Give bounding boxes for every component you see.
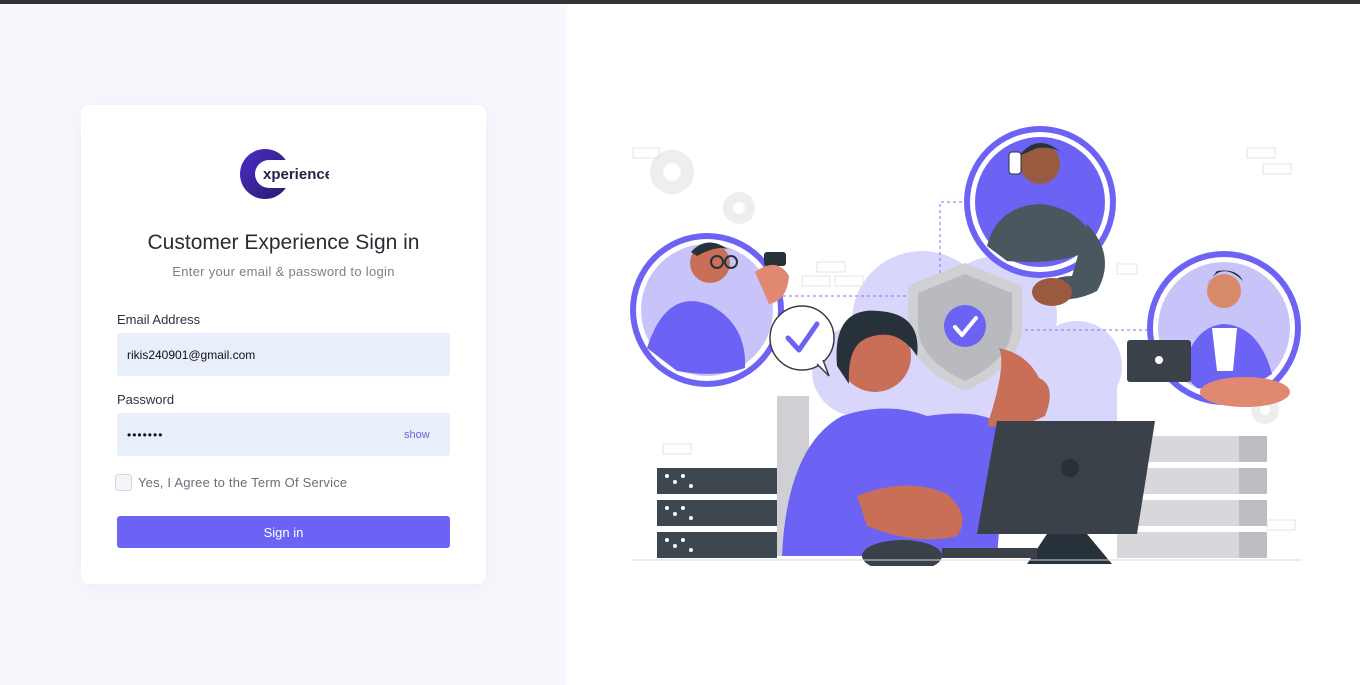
show-password-toggle[interactable]: show <box>404 429 430 441</box>
svg-text:xperience: xperience <box>263 166 329 183</box>
avatar-laptop-man <box>1127 251 1301 407</box>
email-label: Email Address <box>117 312 201 327</box>
agree-label[interactable]: Yes, I Agree to the Term Of Service <box>138 475 347 490</box>
sign-in-button[interactable]: Sign in <box>117 516 450 548</box>
security-team-illustration <box>630 126 1302 566</box>
page-subtitle: Enter your email & password to login <box>172 264 395 279</box>
checkmark-bubble-icon <box>769 305 835 377</box>
password-field[interactable] <box>117 413 450 456</box>
login-panel: xperience Customer Experience Sign in En… <box>0 4 567 685</box>
phone-icon <box>764 252 786 266</box>
experience-logo: xperience <box>240 149 329 199</box>
password-label: Password <box>117 392 175 407</box>
avatar-glasses-man <box>630 233 789 387</box>
illustration-panel <box>567 4 1360 685</box>
page-title: Customer Experience Sign in <box>147 231 420 254</box>
email-field[interactable] <box>117 333 450 376</box>
agree-checkbox[interactable] <box>115 474 132 491</box>
phone-icon <box>1008 151 1022 175</box>
login-card: xperience Customer Experience Sign in En… <box>81 105 486 584</box>
